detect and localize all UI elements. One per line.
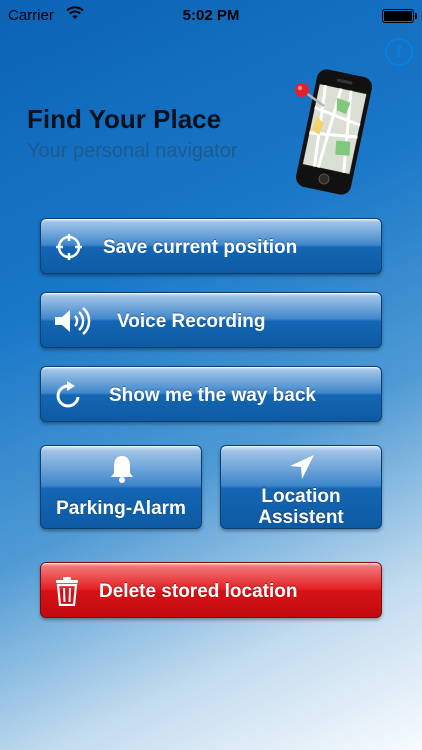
trash-icon [55, 576, 79, 607]
page-subtitle: Your personal navigator [27, 140, 238, 162]
info-button[interactable]: i [385, 38, 413, 66]
page-title: Find Your Place [27, 104, 222, 134]
speaker-icon [53, 307, 95, 335]
location-arrow-icon [287, 452, 317, 488]
location-assistent-button[interactable]: Location Assistent [220, 445, 382, 529]
voice-recording-label: Voice Recording [117, 311, 266, 332]
parking-alarm-label: Parking-Alarm [56, 498, 186, 519]
crosshair-icon [55, 233, 83, 261]
delete-location-label: Delete stored location [99, 581, 298, 602]
parking-alarm-button[interactable]: Parking-Alarm [40, 445, 202, 529]
delete-location-button[interactable]: Delete stored location [40, 562, 382, 618]
voice-recording-button[interactable]: Voice Recording [40, 292, 382, 348]
status-time: 5:02 PM [182, 7, 240, 24]
info-icon: i [395, 42, 403, 61]
battery-icon [382, 9, 417, 23]
save-position-button[interactable]: Save current position [40, 218, 382, 274]
save-position-label: Save current position [103, 237, 298, 258]
status-bar: Carrier 5:02 PM [0, 0, 422, 32]
location-assistent-label: Location Assistent [258, 486, 344, 528]
bell-icon [109, 454, 135, 490]
show-way-back-label: Show me the way back [109, 385, 316, 406]
refresh-arrow-icon [55, 381, 83, 409]
phone-map-logo [292, 68, 376, 196]
show-way-back-button[interactable]: Show me the way back [40, 366, 382, 422]
